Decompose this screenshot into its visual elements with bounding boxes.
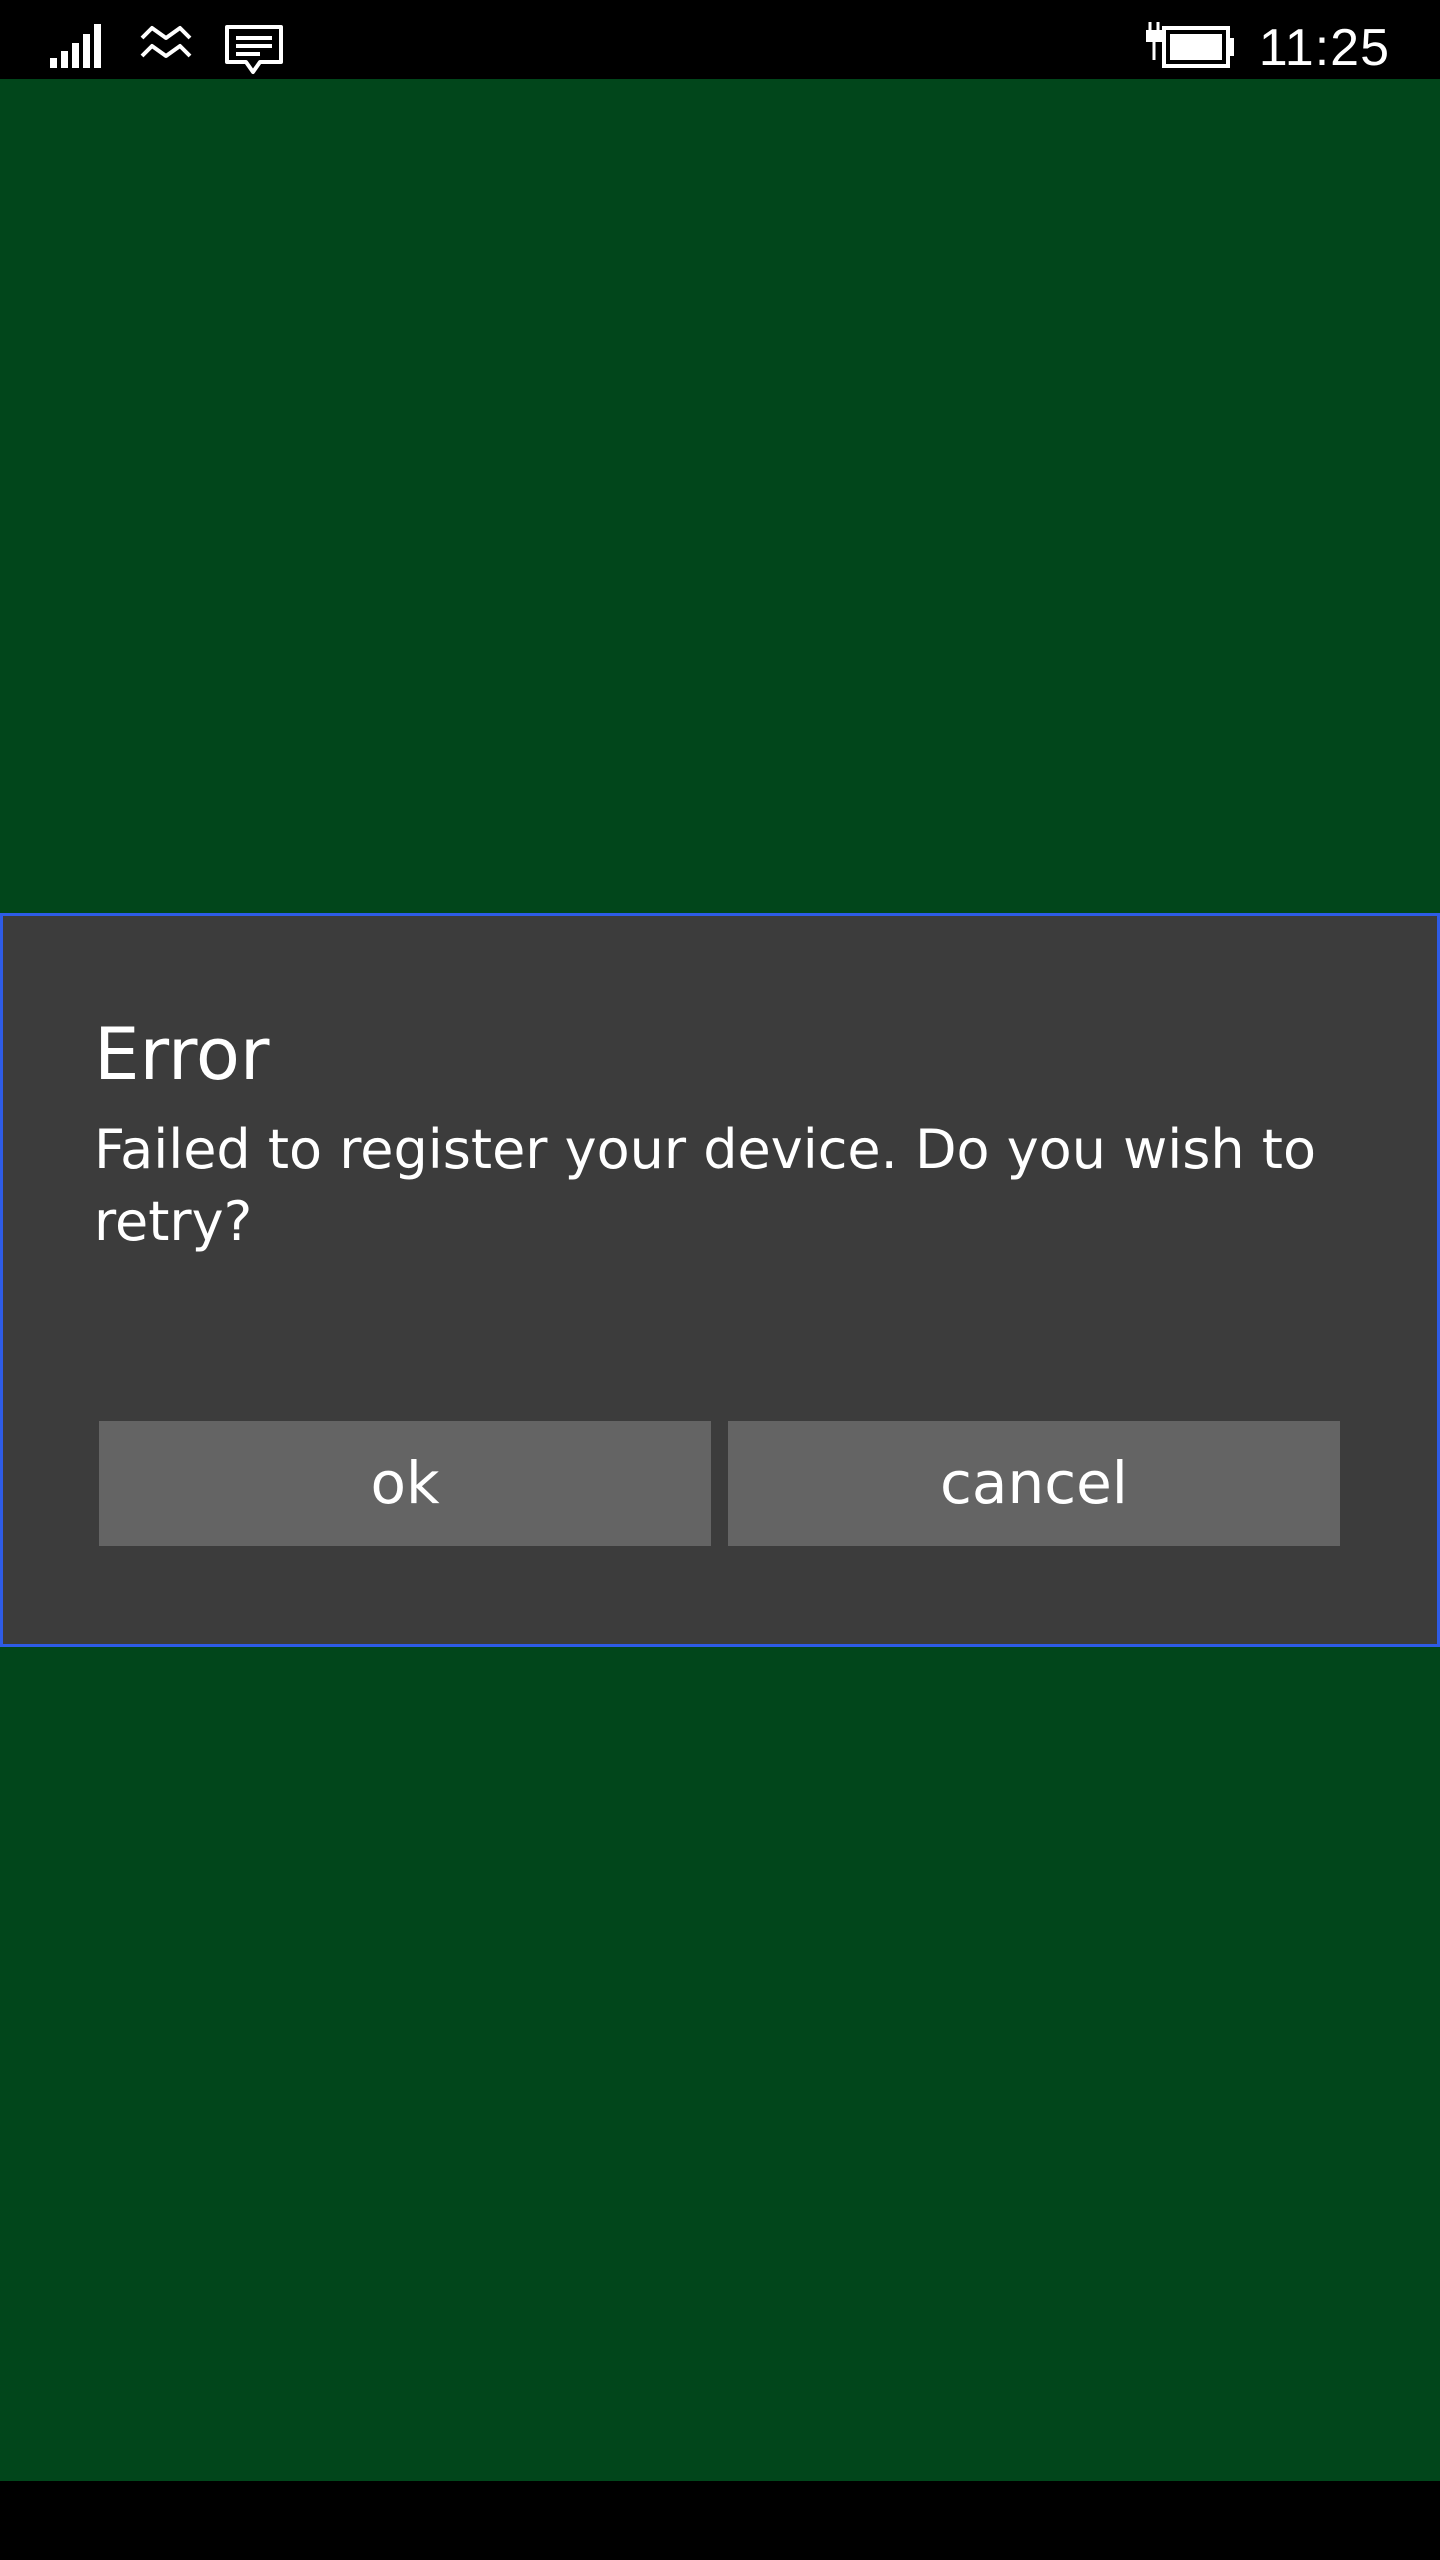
- battery-charging-icon: [1142, 20, 1238, 76]
- message-icon: [224, 24, 284, 80]
- ok-button[interactable]: ok: [99, 1421, 711, 1546]
- signal-icon: [50, 22, 110, 72]
- status-bar: 11:25: [0, 0, 1440, 79]
- cancel-button[interactable]: cancel: [728, 1421, 1340, 1546]
- dialog-title: Error: [94, 1012, 270, 1096]
- phone-screen: 11:25 Error Failed to register your devi…: [0, 0, 1440, 2560]
- status-time: 11:25: [1258, 19, 1390, 77]
- dialog-message: Failed to register your device. Do you w…: [94, 1118, 1317, 1253]
- error-dialog: Error Failed to register your device. Do…: [0, 913, 1440, 1647]
- navigation-bar: [0, 2481, 1440, 2560]
- wifi-icon: [138, 20, 194, 70]
